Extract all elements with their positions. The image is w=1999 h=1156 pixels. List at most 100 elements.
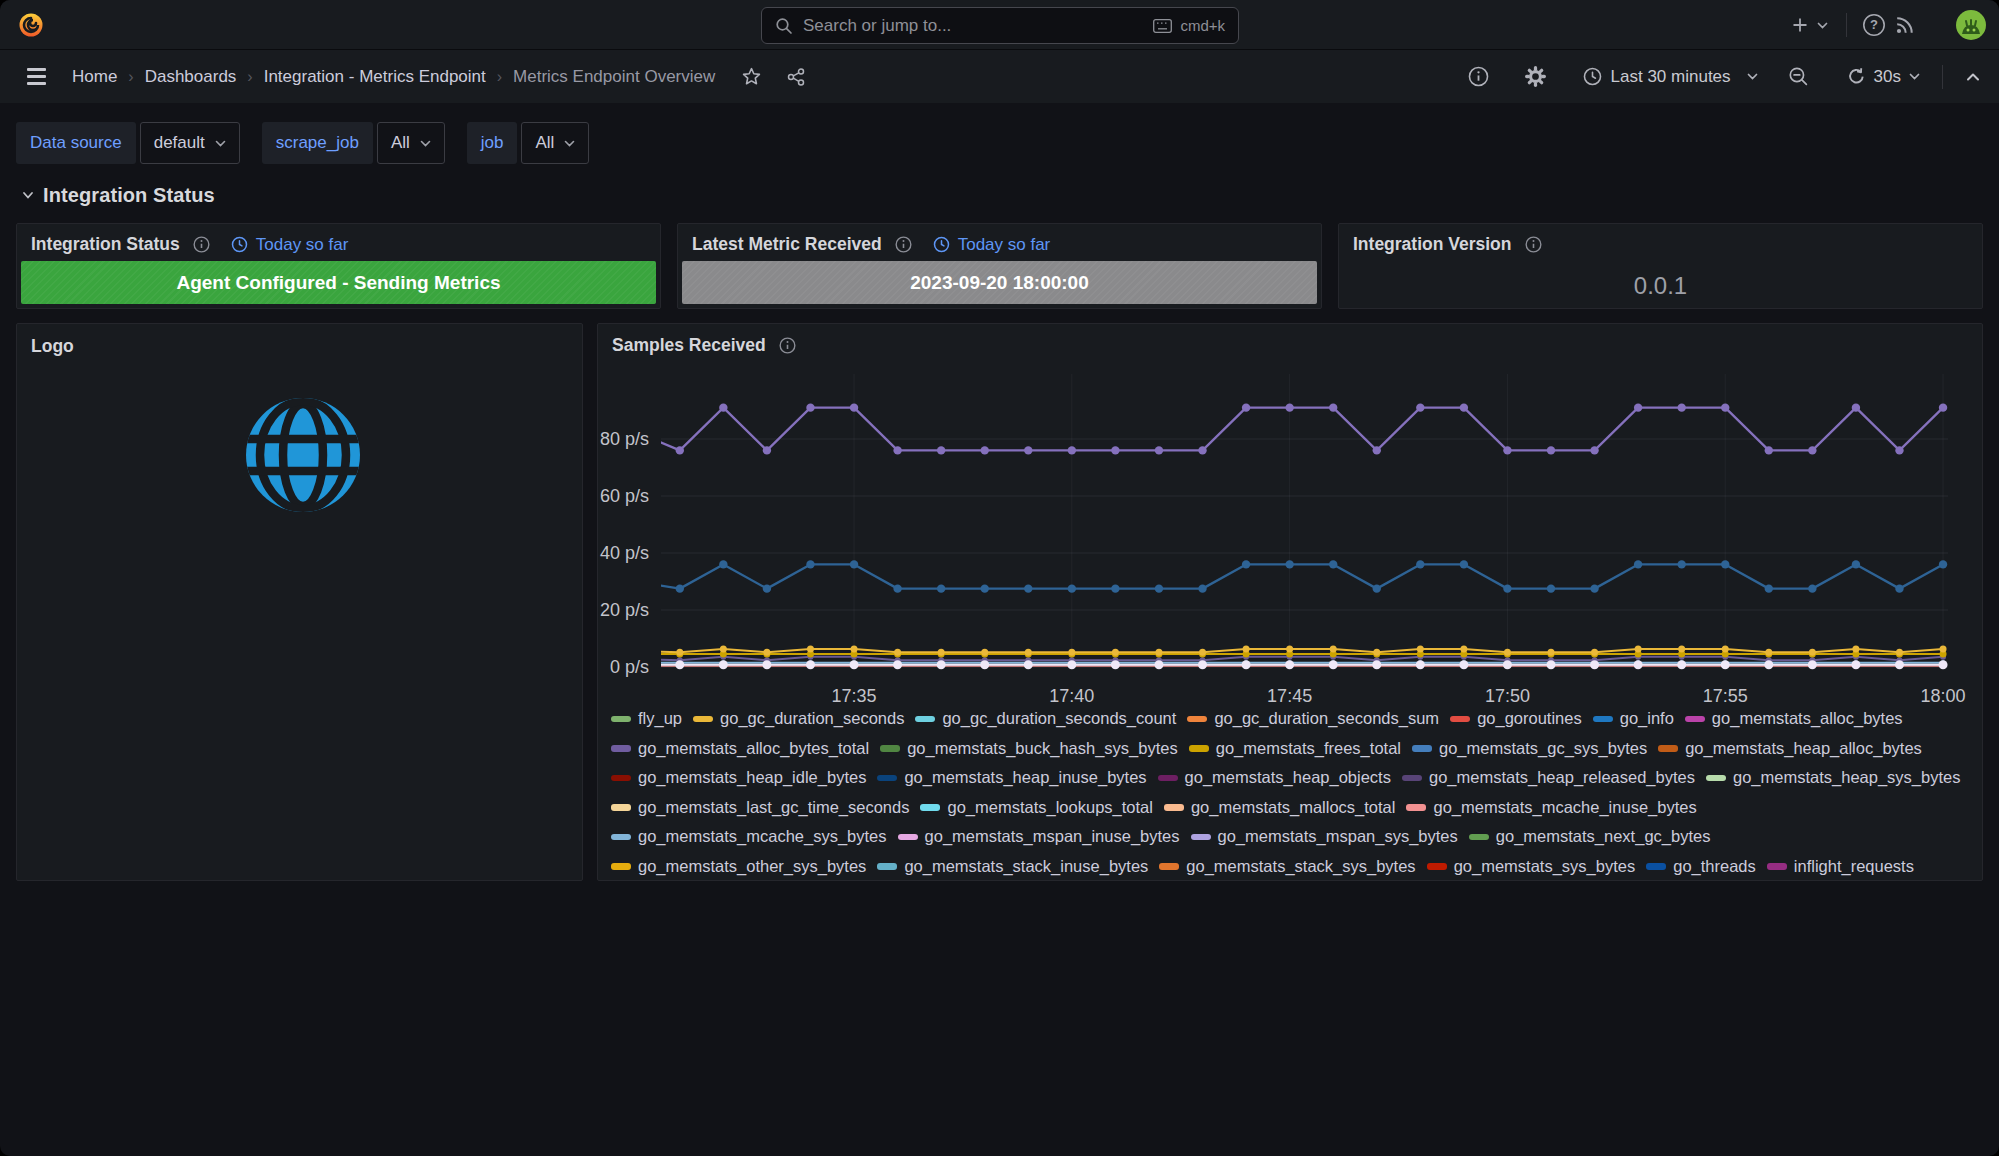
variable-label: scrape_job	[262, 122, 373, 164]
user-avatar[interactable]	[1956, 10, 1986, 40]
legend-item[interactable]: go_memstats_lookups_total	[920, 798, 1152, 817]
legend-item[interactable]: go_memstats_stack_sys_bytes	[1159, 857, 1415, 876]
legend-item[interactable]: go_memstats_heap_objects	[1158, 768, 1391, 787]
legend-label: fly_up	[638, 709, 682, 728]
info-icon[interactable]	[895, 236, 912, 253]
dashboard-info-button[interactable]	[1468, 66, 1489, 87]
zoom-out-button[interactable]	[1788, 66, 1809, 87]
search-input[interactable]: Search or jump to... cmd+k	[761, 7, 1239, 44]
legend-item[interactable]: go_threads	[1646, 857, 1756, 876]
legend-item[interactable]: go_memstats_last_gc_time_seconds	[611, 798, 909, 817]
news-button[interactable]	[1894, 14, 1916, 36]
breadcrumb-item[interactable]: Integration - Metrics Endpoint	[264, 67, 486, 87]
time-range-picker[interactable]: Last 30 minutes	[1583, 67, 1758, 87]
row-header[interactable]: Integration Status	[0, 164, 1999, 207]
breadcrumb-item[interactable]: Home	[72, 67, 117, 87]
legend-label: go_memstats_mspan_inuse_bytes	[925, 827, 1180, 846]
variable-label: job	[467, 122, 518, 164]
time-range-label: Last 30 minutes	[1611, 67, 1731, 87]
panel-title: Logo	[31, 336, 74, 357]
menu-toggle-button[interactable]	[27, 68, 46, 85]
grafana-logo-icon[interactable]	[17, 11, 45, 39]
zoom-out-icon	[1788, 66, 1809, 87]
legend-item[interactable]: go_memstats_heap_released_bytes	[1402, 768, 1695, 787]
legend-item[interactable]: go_gc_duration_seconds	[693, 709, 904, 728]
legend-label: go_memstats_heap_objects	[1185, 768, 1391, 787]
panel-title: Integration Status	[31, 234, 180, 255]
legend-item[interactable]: go_memstats_mspan_sys_bytes	[1191, 827, 1458, 846]
legend-item[interactable]: go_memstats_alloc_bytes	[1685, 709, 1903, 728]
chevron-down-icon	[22, 191, 34, 200]
variable-value-dropdown[interactable]: All	[521, 122, 589, 164]
time-override-label: Today so far	[933, 235, 1051, 255]
legend-swatch	[877, 775, 897, 782]
favorite-star-button[interactable]	[742, 67, 761, 86]
legend-swatch	[1402, 775, 1422, 782]
breadcrumb-item[interactable]: Dashboards	[145, 67, 237, 87]
legend-label: go_gc_duration_seconds_count	[942, 709, 1176, 728]
kiosk-mode-button[interactable]	[1965, 69, 1981, 85]
legend-label: go_memstats_next_gc_bytes	[1496, 827, 1711, 846]
legend-item[interactable]: go_memstats_gc_sys_bytes	[1412, 739, 1647, 758]
legend-item[interactable]: go_memstats_buck_hash_sys_bytes	[880, 739, 1178, 758]
variable-value-dropdown[interactable]: All	[377, 122, 445, 164]
plus-icon	[1791, 16, 1809, 34]
panel-title: Integration Version	[1353, 234, 1512, 255]
series-blue-line	[653, 560, 1947, 593]
legend-item[interactable]: go_gc_duration_seconds_sum	[1187, 709, 1439, 728]
legend-row: go_memstats_mcache_sys_bytes go_memstats_…	[611, 822, 1976, 852]
legend-item[interactable]: go_memstats_heap_idle_bytes	[611, 768, 866, 787]
topnav-divider	[1846, 13, 1847, 37]
chevron-down-icon	[215, 140, 226, 147]
legend-label: go_memstats_alloc_bytes	[1712, 709, 1903, 728]
legend-label: go_gc_duration_seconds_sum	[1214, 709, 1439, 728]
keyboard-icon	[1153, 19, 1172, 33]
legend-swatch	[877, 863, 897, 870]
legend-item[interactable]: go_memstats_sys_bytes	[1427, 857, 1636, 876]
legend-item[interactable]: go_memstats_next_gc_bytes	[1469, 827, 1711, 846]
legend-item[interactable]: fly_up	[611, 709, 682, 728]
legend-item[interactable]: go_memstats_other_sys_bytes	[611, 857, 866, 876]
panel-integration-status: Integration Status Today so far Agent Co…	[16, 223, 661, 309]
panel-title: Latest Metric Received	[692, 234, 882, 255]
series-white-low-line	[653, 660, 1948, 669]
info-icon[interactable]	[193, 236, 210, 253]
legend-item[interactable]: inflight_requests	[1767, 857, 1914, 876]
latest-metric-value-bar: 2023-09-20 18:00:00	[682, 261, 1317, 304]
legend-swatch	[880, 745, 900, 752]
legend-swatch	[915, 716, 935, 723]
legend-swatch	[1187, 716, 1207, 723]
help-button[interactable]: ?	[1862, 13, 1886, 37]
legend-item[interactable]: go_memstats_alloc_bytes_total	[611, 739, 869, 758]
x-tick-label: 17:55	[1703, 686, 1748, 706]
clock-icon	[933, 236, 950, 253]
legend-item[interactable]: go_memstats_mallocs_total	[1164, 798, 1396, 817]
legend-label: go_memstats_heap_alloc_bytes	[1685, 739, 1922, 758]
legend-swatch	[1767, 863, 1787, 870]
legend-label: inflight_requests	[1794, 857, 1914, 876]
legend-item[interactable]: go_memstats_mspan_inuse_bytes	[898, 827, 1180, 846]
legend-label: go_memstats_stack_sys_bytes	[1186, 857, 1415, 876]
legend-item[interactable]: go_memstats_frees_total	[1189, 739, 1401, 758]
legend-item[interactable]: go_info	[1593, 709, 1674, 728]
legend-item[interactable]: go_memstats_heap_sys_bytes	[1706, 768, 1960, 787]
legend-item[interactable]: go_memstats_stack_inuse_bytes	[877, 857, 1148, 876]
legend-item[interactable]: go_memstats_mcache_sys_bytes	[611, 827, 887, 846]
x-tick-label: 17:40	[1049, 686, 1094, 706]
dashboard-settings-button[interactable]	[1525, 66, 1546, 87]
breadcrumb-item[interactable]: Metrics Endpoint Overview	[513, 67, 715, 87]
legend-item[interactable]: go_memstats_mcache_inuse_bytes	[1406, 798, 1696, 817]
legend-item[interactable]: go_goroutines	[1450, 709, 1582, 728]
legend-row: go_memstats_other_sys_bytes go_memstats_s…	[611, 852, 1976, 882]
legend-item[interactable]: go_gc_duration_seconds_count	[915, 709, 1176, 728]
info-icon[interactable]	[1525, 236, 1542, 253]
legend-label: go_memstats_last_gc_time_seconds	[638, 798, 909, 817]
variable-value-dropdown[interactable]: default	[140, 122, 240, 164]
legend-item[interactable]: go_memstats_heap_alloc_bytes	[1658, 739, 1922, 758]
refresh-button[interactable]: 30s	[1847, 67, 1920, 87]
legend-item[interactable]: go_memstats_heap_inuse_bytes	[877, 768, 1146, 787]
legend-swatch	[1427, 863, 1447, 870]
share-button[interactable]	[787, 68, 805, 86]
add-new-button[interactable]	[1791, 16, 1828, 34]
legend-swatch	[898, 834, 918, 841]
